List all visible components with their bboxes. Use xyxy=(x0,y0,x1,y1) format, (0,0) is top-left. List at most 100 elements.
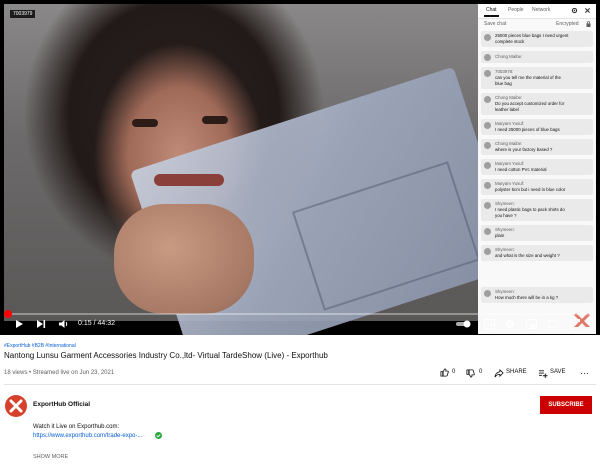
chat-message-author: 7003978: xyxy=(495,69,514,74)
video-content-hand xyxy=(114,204,254,314)
chat-message-text: How much there will be in a kg ? xyxy=(495,295,559,300)
autoplay-toggle-icon[interactable] xyxy=(456,320,472,328)
save-button[interactable]: SAVE xyxy=(550,369,566,375)
chat-message-text: plain xyxy=(495,233,505,238)
chat-message: Shymeen: I need plastic bags to pack shi… xyxy=(481,199,593,221)
chat-message: Chong Maibe: where is your factory based… xyxy=(481,139,593,155)
user-avatar-icon xyxy=(484,202,491,209)
chat-message-author: Shymeen: xyxy=(495,201,515,206)
chat-message: Shymeen: How much there will be in a kg … xyxy=(481,287,593,303)
description-link[interactable]: https://www.exporthub.com/trade-expo-... xyxy=(33,433,142,439)
subtitles-icon[interactable] xyxy=(484,319,495,329)
user-avatar-icon xyxy=(484,182,491,189)
save-playlist-icon[interactable] xyxy=(538,369,548,378)
chat-message: Maryam Yusuf: I need cotton PVc material xyxy=(481,159,593,175)
chat-message-author: Chong Maibe: xyxy=(495,95,523,100)
chat-message-author: Chong Maibe: xyxy=(495,54,523,59)
chat-message-author: Maryam Yusuf: xyxy=(495,121,525,126)
user-avatar-icon xyxy=(484,290,491,297)
video-meta: 18 views • Streamed live on Jun 23, 2021 xyxy=(4,370,115,376)
gear-icon[interactable] xyxy=(571,7,578,14)
tab-network[interactable]: Network xyxy=(532,7,550,13)
chat-message-text: I need cotton PVc material xyxy=(495,167,547,172)
user-avatar-icon xyxy=(484,142,491,149)
chat-message-text: you have ? xyxy=(495,213,517,218)
theater-mode-icon[interactable] xyxy=(548,319,559,329)
chat-message-text: leather label xyxy=(495,107,519,112)
video-frame[interactable]: 7003979 xyxy=(4,4,519,335)
chat-message: Maryam Yusuf: I need 25000 pieces of blu… xyxy=(481,119,593,135)
show-more-button[interactable]: SHOW MORE xyxy=(33,454,68,460)
chat-tabs: Chat People Network xyxy=(478,4,596,19)
dislike-count: 0 xyxy=(479,369,483,375)
chat-message-text: I need 25000 pieces of blue bags xyxy=(495,127,560,132)
video-content-eye xyxy=(132,119,158,127)
chat-message-author: Maryam Yusuf: xyxy=(495,181,525,186)
thumbs-up-icon[interactable] xyxy=(440,368,449,377)
exporthub-logo-icon xyxy=(9,399,23,413)
progress-bar[interactable] xyxy=(3,310,594,318)
settings-gear-icon[interactable] xyxy=(505,319,515,329)
close-icon[interactable] xyxy=(584,7,591,14)
chat-message-text: complete stock xyxy=(495,39,525,44)
tab-chat[interactable]: Chat xyxy=(484,7,499,17)
chat-message-text: and what is the size and weight ? xyxy=(495,253,560,258)
like-count: 0 xyxy=(452,369,456,375)
thumbs-down-icon[interactable] xyxy=(466,369,475,378)
subscribe-button[interactable]: SUBSCRIBE xyxy=(540,396,592,414)
share-button[interactable]: SHARE xyxy=(506,369,527,375)
next-icon[interactable] xyxy=(36,319,46,329)
channel-avatar[interactable] xyxy=(5,395,27,417)
user-avatar-icon xyxy=(484,228,491,235)
encrypted-label: Encrypted xyxy=(556,21,579,27)
play-icon[interactable] xyxy=(14,319,24,329)
video-title: Nantong Lunsu Garment Accessories Indust… xyxy=(4,351,328,360)
chat-message: 25000 pieces blue bags I need urgent com… xyxy=(481,31,593,47)
tab-people[interactable]: People xyxy=(508,7,524,13)
lock-icon xyxy=(586,21,591,27)
chat-message-text: 25000 pieces blue bags I need urgent xyxy=(495,33,569,38)
chat-message-text: blue bag xyxy=(495,81,512,86)
progress-scrubber[interactable] xyxy=(3,310,12,318)
user-avatar-icon xyxy=(484,122,491,129)
chat-message-author: Maryam Yusuf: xyxy=(495,161,525,166)
chat-message: Shymeen: plain xyxy=(481,225,593,241)
user-avatar-icon xyxy=(484,162,491,169)
video-player[interactable]: 7003979 Chat People Network Save chat En… xyxy=(0,0,600,335)
volume-icon[interactable] xyxy=(58,319,69,329)
user-avatar-icon xyxy=(484,248,491,255)
user-avatar-icon xyxy=(484,34,491,41)
video-content-mouth xyxy=(154,174,224,186)
user-avatar-icon xyxy=(484,70,491,77)
video-content-eye xyxy=(202,116,228,124)
chat-message: 7003978: can you tell me the material of… xyxy=(481,67,593,89)
chat-message-author: Shymeen: xyxy=(495,289,515,294)
time-display: 0:15 / 44:32 xyxy=(78,320,115,327)
share-icon[interactable] xyxy=(494,369,504,378)
chat-message-author: Shymeen: xyxy=(495,227,515,232)
video-overlay-tag: 7003979 xyxy=(10,10,36,18)
check-circle-icon xyxy=(155,432,162,439)
more-actions-button[interactable]: … xyxy=(580,366,589,376)
fullscreen-icon[interactable] xyxy=(570,319,580,329)
chat-message-text: where is your factory based ? xyxy=(495,147,553,152)
save-chat-link[interactable]: Save chat xyxy=(484,21,506,27)
chat-message: Maryam Yusuf: polyster 5cm but i need in… xyxy=(481,179,593,195)
miniplayer-icon[interactable] xyxy=(526,319,537,329)
channel-name[interactable]: ExportHub Official xyxy=(33,401,90,408)
user-avatar-icon xyxy=(484,96,491,103)
chat-message: Chong Maibe: xyxy=(481,51,593,63)
chat-message-text: can you tell me the material of the xyxy=(495,75,561,80)
chat-message-text: Do you accept customized order for xyxy=(495,101,565,106)
chat-message-list[interactable]: 25000 pieces blue bags I need urgent com… xyxy=(478,31,596,327)
chat-panel[interactable]: Chat People Network Save chat Encrypted … xyxy=(478,4,596,334)
chat-message-author: Shymeen: xyxy=(495,247,515,252)
chat-message-text: polyster 5cm but i need in blue color xyxy=(495,187,566,192)
user-avatar-icon xyxy=(484,54,491,61)
chat-message: Shymeen: and what is the size and weight… xyxy=(481,245,593,261)
chat-subheader: Save chat Encrypted xyxy=(478,19,596,29)
video-hashtags[interactable]: #ExportHub #B2B #International xyxy=(4,343,76,349)
chat-message-text: I need plastic bags to pack shirts do xyxy=(495,207,565,212)
chat-message-author: Chong Maibe: xyxy=(495,141,523,146)
divider xyxy=(4,384,596,385)
